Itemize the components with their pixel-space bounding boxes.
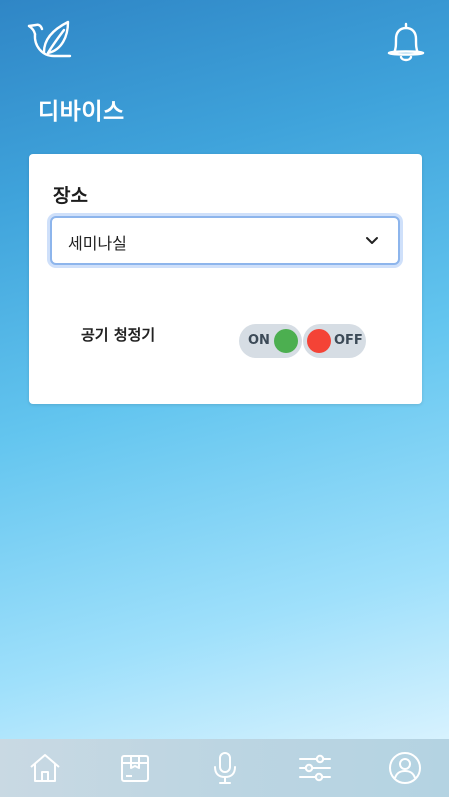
home-icon [30, 754, 60, 782]
dove-leaf-logo-icon [27, 20, 72, 58]
device-name: 공기 청정기 [81, 326, 156, 344]
nav-profile[interactable] [387, 750, 423, 786]
bottom-nav [0, 739, 449, 797]
location-select-value: 세미나실 [68, 234, 127, 253]
bell-icon[interactable] [384, 20, 428, 64]
box-icon [121, 755, 149, 782]
location-select[interactable]: 세미나실 [50, 216, 400, 265]
user-icon [389, 752, 421, 784]
on-label: ON [248, 333, 270, 348]
off-label: OFF [334, 333, 363, 348]
nav-home[interactable] [27, 750, 63, 786]
power-off-button[interactable]: OFF [303, 324, 366, 358]
nav-microphone[interactable] [207, 750, 243, 786]
microphone-icon [214, 752, 236, 784]
on-indicator [274, 329, 298, 353]
off-indicator [307, 329, 331, 353]
sliders-icon [299, 754, 331, 782]
power-on-button[interactable]: ON [239, 324, 302, 358]
nav-settings[interactable] [297, 750, 333, 786]
location-label: 장소 [53, 185, 88, 207]
chevron-down-icon [366, 237, 378, 244]
nav-box[interactable] [117, 750, 153, 786]
device-card: 장소 세미나실 공기 청정기 ON OFF [29, 154, 422, 404]
page-title: 디바이스 [38, 99, 125, 125]
